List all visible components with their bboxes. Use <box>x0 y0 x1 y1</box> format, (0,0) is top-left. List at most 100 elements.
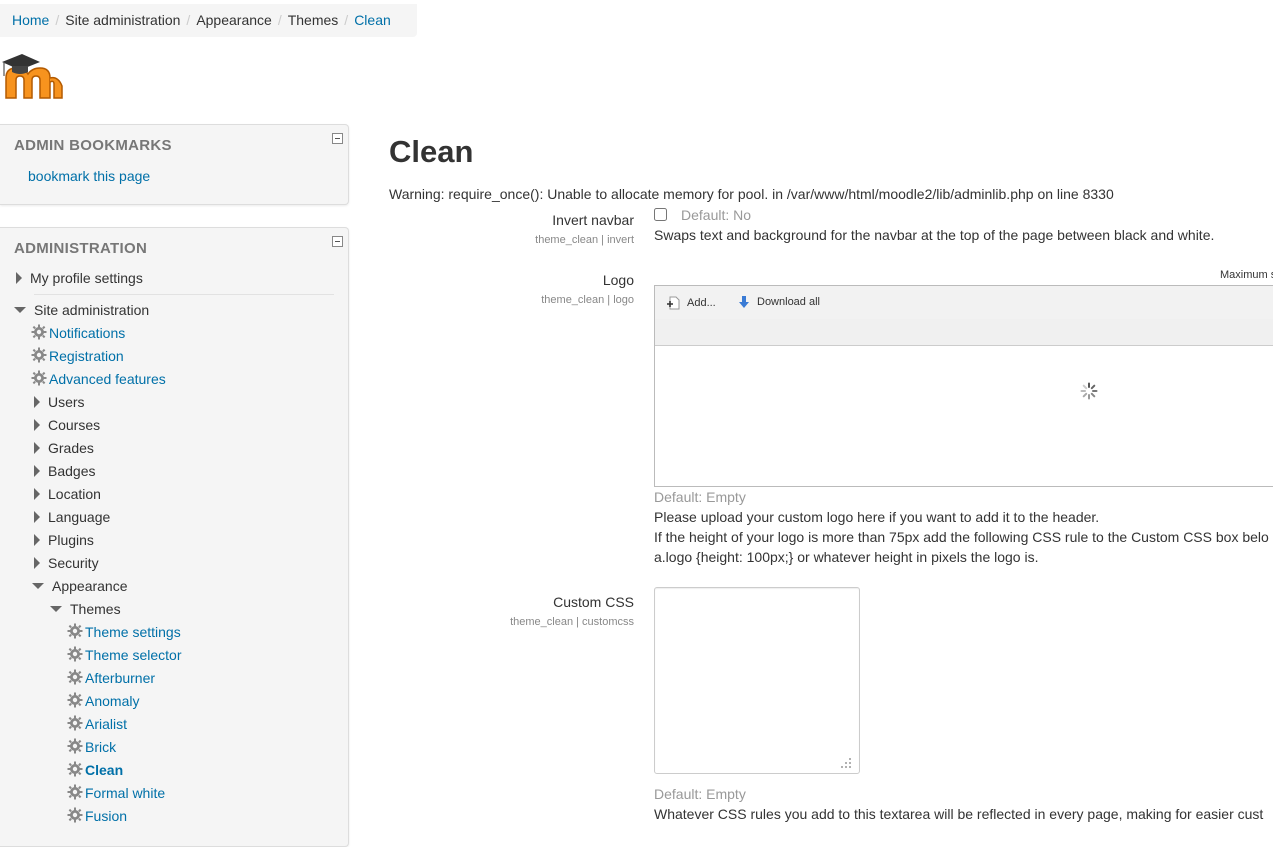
download-all-label: Download all <box>757 296 820 308</box>
breadcrumb-home[interactable]: Home <box>12 12 49 28</box>
custom-css-default: Default: Empty <box>654 786 746 802</box>
chevron-right-icon[interactable] <box>34 511 40 523</box>
file-manager-toolbar: Add... Download all <box>655 286 1273 320</box>
chevron-right-icon[interactable] <box>16 272 22 284</box>
tree-item-label: Advanced features <box>49 371 166 387</box>
tree-item-label: Anomaly <box>85 693 140 709</box>
chevron-right-icon[interactable] <box>34 465 40 477</box>
chevron-down-icon[interactable] <box>32 583 44 589</box>
logo-id: theme_clean | logo <box>541 294 634 306</box>
gear-icon <box>67 669 83 685</box>
administration-block: ADMINISTRATION My profile settings Site a… <box>0 227 349 847</box>
tree-item-theme-theme-settings[interactable]: Theme settings <box>67 622 181 642</box>
logo-description-1: Please upload your custom logo here if y… <box>654 509 1100 525</box>
gear-icon <box>31 370 47 386</box>
tree-item-label: Clean <box>85 762 124 778</box>
file-manager[interactable]: Add... Download all <box>654 285 1273 487</box>
tree-item-label: Badges <box>48 463 96 479</box>
tree-item-label: Arialist <box>85 716 128 732</box>
tree-item-location[interactable]: Location <box>34 484 101 504</box>
chevron-right-icon[interactable] <box>34 488 40 500</box>
tree-item-appearance[interactable]: Appearance <box>32 576 128 596</box>
resize-grip-icon[interactable] <box>840 757 852 769</box>
tree-item-theme-anomaly[interactable]: Anomaly <box>67 691 139 711</box>
logo-description-2: If the height of your logo is more than … <box>654 529 1269 545</box>
tree-item-label: Afterburner <box>85 670 156 686</box>
tree-item-notifications[interactable]: Notifications <box>31 323 125 343</box>
logo-label: Logo <box>602 272 634 288</box>
collapse-icon[interactable] <box>332 133 343 144</box>
tree-item-badges[interactable]: Badges <box>34 461 95 481</box>
tree-item-courses[interactable]: Courses <box>34 415 100 435</box>
tree-item-users[interactable]: Users <box>34 392 85 412</box>
tree-item-theme-theme-selector[interactable]: Theme selector <box>67 645 181 665</box>
tree-item-label: Theme selector <box>85 647 182 663</box>
add-file-button[interactable]: Add... <box>665 295 716 311</box>
tree-item-theme-formal-white[interactable]: Formal white <box>67 783 165 803</box>
gear-icon <box>31 324 47 340</box>
custom-css-label: Custom CSS <box>553 594 634 610</box>
collapse-icon[interactable] <box>332 236 343 247</box>
breadcrumb-appearance[interactable]: Appearance <box>196 12 272 28</box>
tree-item-registration[interactable]: Registration <box>31 346 124 366</box>
tree-item-label: Language <box>48 509 111 525</box>
download-icon <box>739 296 749 308</box>
bookmark-this-page-link[interactable]: bookmark this page <box>28 168 150 184</box>
tree-item-language[interactable]: Language <box>34 507 110 527</box>
add-file-icon <box>667 296 680 310</box>
tree-item-label: Themes <box>70 601 121 617</box>
loading-spinner-icon <box>1080 382 1098 400</box>
chevron-right-icon[interactable] <box>34 419 40 431</box>
logo-description-3: a.logo {height: 100px;} or whatever heig… <box>654 549 1039 565</box>
tree-item-label: Formal white <box>85 785 166 801</box>
tree-item-label: Plugins <box>48 532 94 548</box>
tree-item-label: Site administration <box>34 302 150 318</box>
gear-icon <box>67 623 83 639</box>
breadcrumb-themes[interactable]: Themes <box>288 12 339 28</box>
invert-navbar-default: Default: No <box>681 207 752 223</box>
chevron-right-icon[interactable] <box>34 442 40 454</box>
tree-item-theme-afterburner[interactable]: Afterburner <box>67 668 155 688</box>
custom-css-id: theme_clean | customcss <box>510 616 634 628</box>
breadcrumb-site-administration[interactable]: Site administration <box>65 12 180 28</box>
chevron-down-icon[interactable] <box>50 606 62 612</box>
gear-icon <box>31 347 47 363</box>
tree-item-plugins[interactable]: Plugins <box>34 530 94 550</box>
gear-icon <box>67 646 83 662</box>
tree-item-label: My profile settings <box>30 270 143 286</box>
tree-item-label: Courses <box>48 417 101 433</box>
tree-item-my-profile-settings[interactable]: My profile settings <box>16 268 143 288</box>
gear-icon <box>67 784 83 800</box>
logo-default: Default: Empty <box>654 489 746 505</box>
page-title: Clean <box>389 134 474 169</box>
php-warning: Warning: require_once(): Unable to alloc… <box>389 186 1114 202</box>
tree-item-grades[interactable]: Grades <box>34 438 94 458</box>
chevron-right-icon[interactable] <box>34 534 40 546</box>
add-file-label: Add... <box>687 297 716 309</box>
invert-navbar-checkbox[interactable] <box>654 208 667 221</box>
chevron-right-icon[interactable] <box>34 396 40 408</box>
gear-icon <box>67 738 83 754</box>
tree-item-label: Grades <box>48 440 94 456</box>
tree-item-site-administration[interactable]: Site administration <box>14 300 149 320</box>
tree-item-theme-clean[interactable]: Clean <box>67 760 123 780</box>
invert-navbar-label: Invert navbar <box>552 212 634 228</box>
chevron-right-icon[interactable] <box>34 557 40 569</box>
download-all-button[interactable]: Download all <box>737 295 820 309</box>
tree-item-label: Theme settings <box>85 624 181 640</box>
breadcrumb: Home / Site administration / Appearance / Them… <box>0 4 417 37</box>
moodle-logo[interactable] <box>0 50 70 102</box>
chevron-down-icon[interactable] <box>14 307 26 313</box>
tree-item-theme-brick[interactable]: Brick <box>67 737 116 757</box>
tree-item-security[interactable]: Security <box>34 553 99 573</box>
breadcrumb-current[interactable]: Clean <box>354 12 391 28</box>
custom-css-textarea[interactable] <box>654 587 860 774</box>
tree-item-advanced-features[interactable]: Advanced features <box>31 369 166 389</box>
tree-item-label: Location <box>48 486 101 502</box>
tree-item-theme-arialist[interactable]: Arialist <box>67 714 127 734</box>
tree-item-label: Fusion <box>85 808 128 824</box>
tree-item-themes[interactable]: Themes <box>50 599 121 619</box>
admin-bookmarks-block: ADMIN BOOKMARKS bookmark this page <box>0 124 349 205</box>
tree-item-theme-fusion[interactable]: Fusion <box>67 806 127 826</box>
max-size-text: Maximum s <box>1220 269 1273 281</box>
